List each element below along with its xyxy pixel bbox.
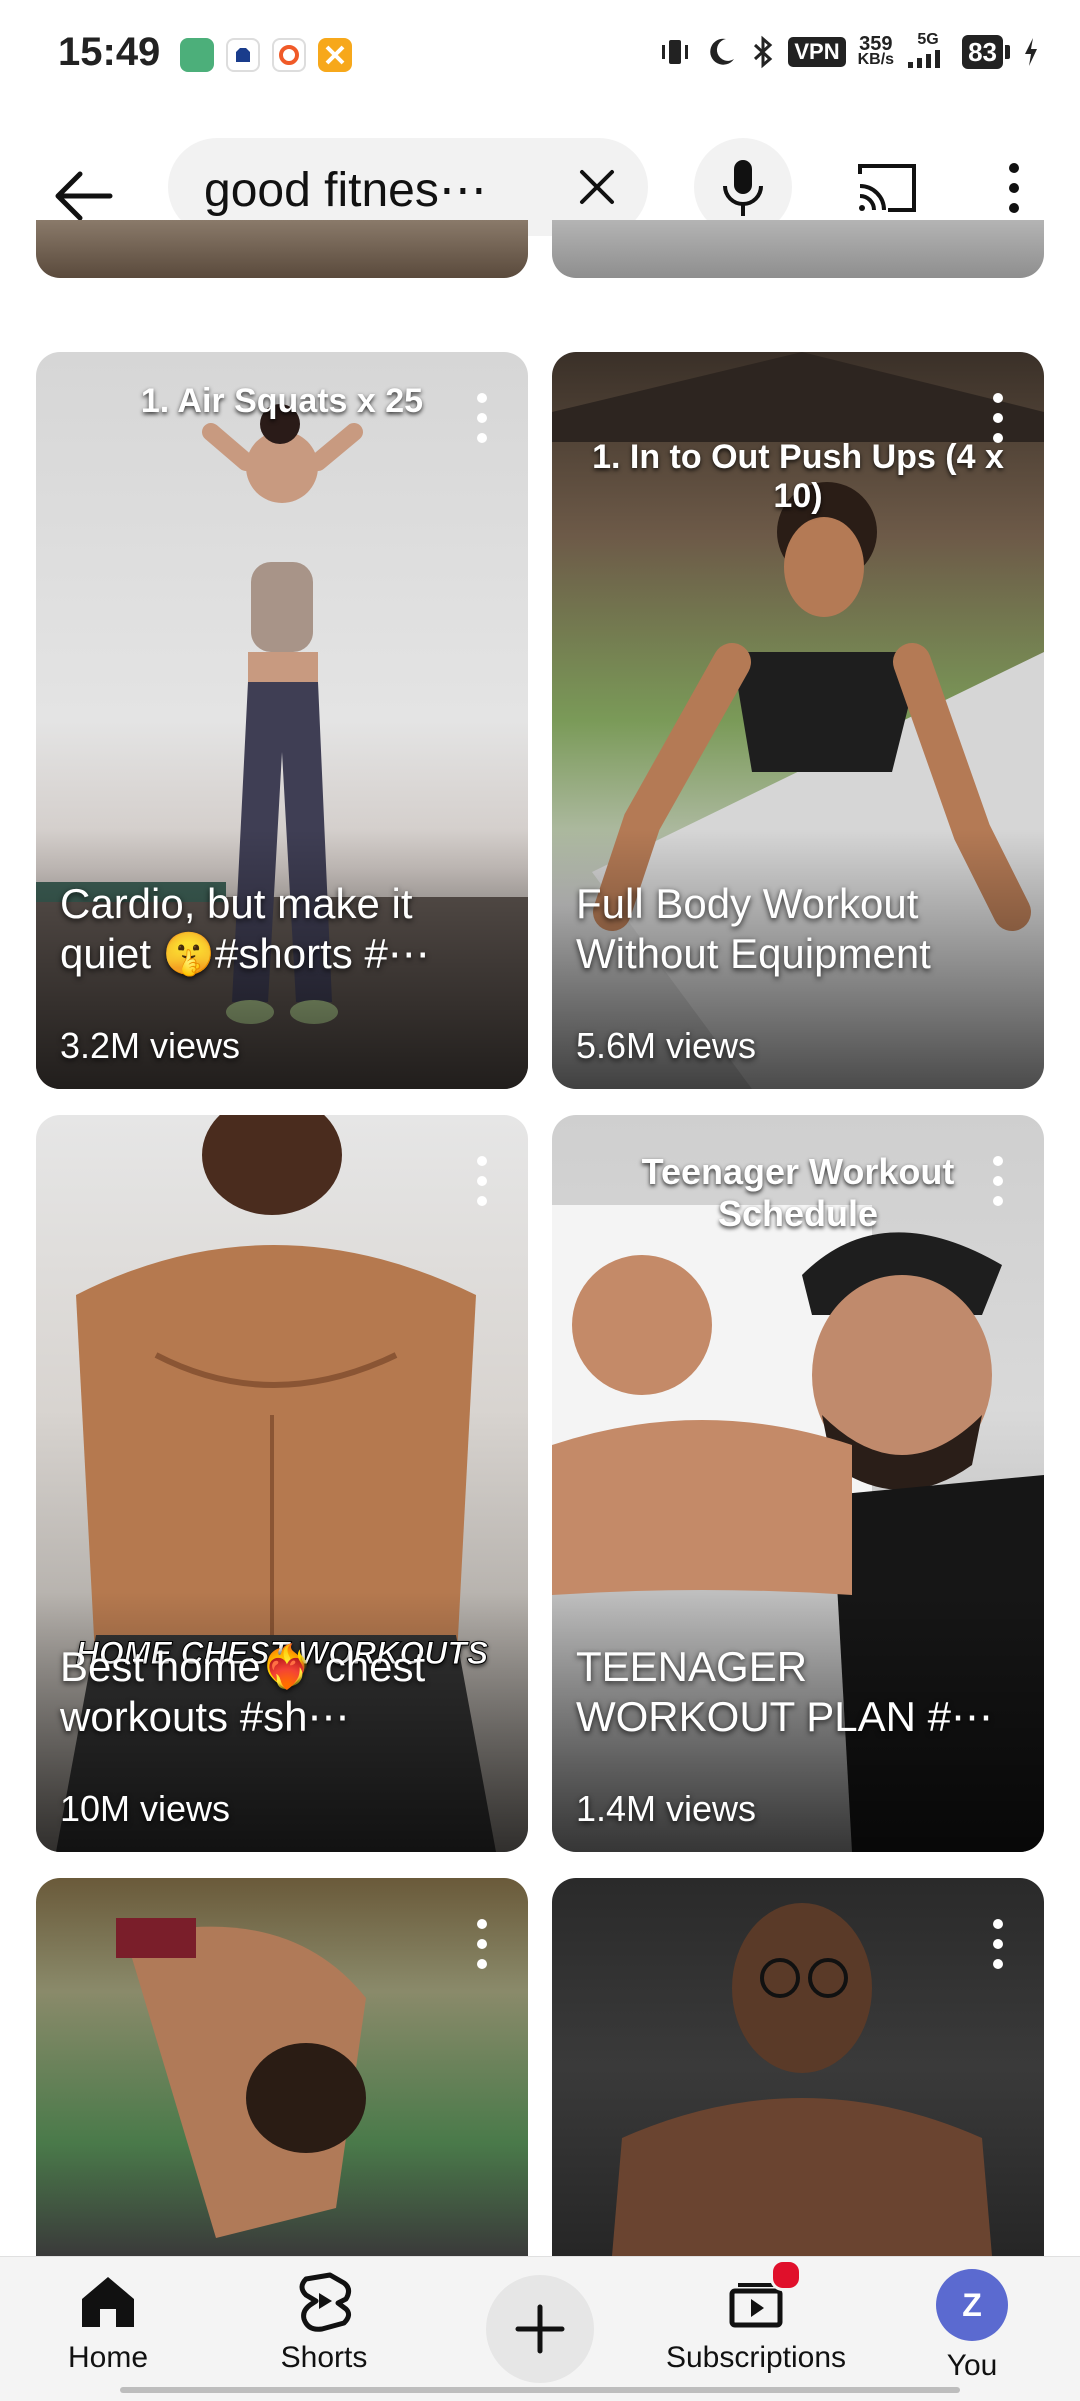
- short-card[interactable]: [36, 1878, 528, 2256]
- more-vert-icon: [993, 1156, 1003, 1206]
- thumbnail-figure: [116, 1918, 366, 2238]
- card-menu-button[interactable]: [988, 388, 1008, 448]
- video-overlay-caption: 1. In to Out Push Ups (4 x 10): [592, 438, 1004, 515]
- status-time: 15:49: [58, 30, 161, 74]
- video-overlay-caption: 1. Air Squats x 25: [140, 382, 424, 420]
- app-notification-icon: [318, 38, 352, 72]
- more-vert-icon: [477, 1156, 487, 1206]
- shorts-icon: [299, 2272, 352, 2332]
- close-icon: [580, 170, 614, 204]
- more-vert-icon: [477, 1919, 487, 1969]
- video-title: Best home❤️‍🔥 chest workouts #sh⋯: [60, 1643, 426, 1740]
- network-type: 5G: [917, 31, 939, 48]
- card-menu-button[interactable]: [472, 1151, 492, 1211]
- nav-you-label: You: [946, 2349, 998, 2382]
- home-icon: [82, 2277, 134, 2327]
- signal-bars-icon: [908, 50, 941, 68]
- more-vert-icon: [993, 393, 1003, 443]
- status-bar: 15:49 VPN 359 KB/s 5G 83: [0, 0, 1080, 110]
- notification-dot: [770, 2259, 802, 2291]
- more-vert-icon: [1009, 163, 1019, 213]
- view-count: 10M views: [60, 1788, 231, 1829]
- avatar: Z: [936, 2269, 1008, 2341]
- short-card[interactable]: 1. In to Out Push Ups (4 x 10) Full Body…: [552, 352, 1044, 1089]
- app-notification-icon: [272, 38, 306, 72]
- clear-search-button[interactable]: [574, 164, 620, 210]
- nav-home-label: Home: [67, 2341, 149, 2374]
- video-title: Full Body Workout Without Equipment: [576, 880, 931, 977]
- thumbnail-figure: [612, 1903, 992, 2256]
- signal-indicator: 5G: [906, 32, 950, 72]
- network-speed-unit: KB/s: [857, 51, 895, 68]
- app-notification-icon: [226, 38, 260, 72]
- card-menu-button[interactable]: [472, 388, 492, 448]
- view-count: 1.4M views: [576, 1788, 757, 1829]
- view-count: 3.2M views: [60, 1025, 241, 1066]
- more-options-button[interactable]: [994, 158, 1034, 218]
- short-card[interactable]: Teenager Workout Schedule TEENAGER WORKO…: [552, 1115, 1044, 1852]
- short-card[interactable]: HOME CHEST WORKOUTS Best home❤️‍🔥 chest …: [36, 1115, 528, 1852]
- nav-subscriptions-label: Subscriptions: [665, 2341, 847, 2374]
- bottom-navigation: Home Shorts Subscriptions Z You: [0, 2256, 1080, 2401]
- card-menu-button[interactable]: [472, 1914, 492, 1974]
- card-menu-button[interactable]: [988, 1151, 1008, 1211]
- bluetooth-icon: [754, 35, 773, 69]
- create-button[interactable]: [486, 2275, 594, 2383]
- search-query: good fitnes⋯: [204, 164, 487, 217]
- nav-shorts[interactable]: Shorts: [224, 2269, 424, 2375]
- view-count: 5.6M views: [576, 1025, 757, 1066]
- partial-short-card-right[interactable]: [552, 220, 1044, 278]
- nav-home[interactable]: Home: [8, 2269, 208, 2375]
- cast-button[interactable]: [854, 158, 920, 218]
- status-indicators: VPN 359 KB/s 5G 83: [658, 32, 1040, 72]
- nav-you[interactable]: Z You: [872, 2269, 1072, 2383]
- plus-icon: [515, 2304, 565, 2354]
- more-vert-icon: [477, 393, 487, 443]
- network-speed: 359 KB/s: [857, 33, 895, 68]
- video-title: TEENAGER WORKOUT PLAN #⋯: [576, 1643, 993, 1740]
- short-card[interactable]: 1. Air Squats x 25 Cardio, but make it q…: [36, 352, 528, 1089]
- network-speed-value: 359: [859, 33, 893, 55]
- battery-indicator: 83: [962, 35, 1010, 69]
- more-vert-icon: [993, 1919, 1003, 1969]
- gesture-bar: [120, 2387, 960, 2393]
- nav-subscriptions[interactable]: Subscriptions: [656, 2259, 856, 2375]
- video-overlay-caption: Teenager Workout Schedule: [641, 1151, 955, 1234]
- vpn-badge: VPN: [788, 37, 846, 67]
- video-title: Cardio, but make it quiet 🤫#shorts #⋯: [60, 880, 430, 977]
- cast-icon: [858, 164, 916, 212]
- do-not-disturb-moon-icon: [710, 38, 735, 65]
- vibrate-icon: [662, 40, 689, 64]
- battery-level: 83: [962, 35, 1003, 69]
- card-menu-button[interactable]: [988, 1914, 1008, 1974]
- nav-shorts-label: Shorts: [280, 2341, 368, 2374]
- app-notification-icon: [180, 38, 214, 72]
- short-card[interactable]: [552, 1878, 1044, 2256]
- partial-short-card-left[interactable]: [36, 220, 528, 278]
- charging-icon: [1025, 38, 1037, 66]
